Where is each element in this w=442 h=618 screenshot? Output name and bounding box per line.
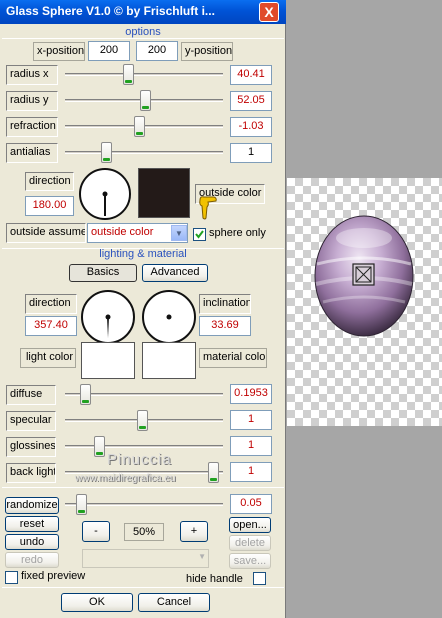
zoom-in-button[interactable]: +: [180, 521, 208, 542]
glossiness-value[interactable]: 1: [230, 436, 272, 456]
outside-assume-label: outside assume: [6, 223, 86, 243]
antialias-label: antialias: [6, 143, 58, 163]
cancel-button[interactable]: Cancel: [138, 593, 210, 612]
radius-y-value[interactable]: 52.05: [230, 91, 272, 111]
checkmark-icon: [195, 230, 204, 239]
direction-dial[interactable]: [79, 168, 131, 220]
glass-sphere-dialog: Glass Sphere V1.0 © by Frischluft i... X…: [0, 0, 286, 618]
dial-needle-icon: [102, 191, 108, 216]
zoom-level: 50%: [124, 523, 164, 541]
lighting-header: lighting & material: [99, 248, 187, 260]
material-color-swatch[interactable]: [142, 342, 196, 379]
watermark-url: www.maidiregrafica.eu: [75, 473, 176, 484]
hide-handle-label: hide handle: [186, 573, 243, 585]
chevron-down-icon: ▼: [198, 552, 206, 561]
x-position-field[interactable]: 200: [88, 41, 130, 61]
close-button[interactable]: X: [259, 2, 279, 22]
watermark-title: Pinuccia: [107, 451, 172, 468]
undo-button[interactable]: undo: [5, 534, 59, 550]
inclination-dial[interactable]: [142, 290, 196, 344]
outside-assume-value: outside color: [91, 226, 154, 238]
outside-color-swatch[interactable]: [138, 168, 190, 218]
light-direction-dial[interactable]: [81, 290, 135, 344]
chevron-down-icon[interactable]: ▼: [171, 225, 187, 241]
glossiness-slider-thumb[interactable]: [94, 436, 105, 457]
glass-sphere-preview: [314, 215, 414, 337]
specular-label: specular: [6, 411, 56, 431]
radius-x-slider-thumb[interactable]: [123, 64, 134, 85]
hide-handle-checkbox[interactable]: [253, 572, 266, 585]
direction-label: direction: [25, 172, 74, 191]
light-direction-label: direction: [25, 294, 77, 314]
reset-button[interactable]: reset: [5, 516, 59, 532]
advanced-tab[interactable]: Advanced: [142, 264, 208, 282]
light-color-swatch[interactable]: [81, 342, 135, 379]
basics-tab[interactable]: Basics: [69, 264, 137, 282]
ok-button[interactable]: OK: [61, 593, 133, 612]
direction-value[interactable]: 180.00: [25, 196, 74, 216]
refraction-slider-thumb[interactable]: [134, 116, 145, 137]
zoom-out-button[interactable]: -: [82, 521, 110, 542]
sphere-only-label: sphere only: [209, 227, 266, 239]
light-direction-value[interactable]: 357.40: [25, 316, 77, 336]
title-bar[interactable]: Glass Sphere V1.0 © by Frischluft i... X: [0, 0, 286, 24]
diffuse-slider-thumb[interactable]: [80, 384, 91, 405]
inclination-value[interactable]: 33.69: [199, 316, 251, 336]
fixed-preview-checkbox[interactable]: [5, 571, 18, 584]
material-color-label: material color: [199, 348, 267, 368]
specular-value[interactable]: 1: [230, 410, 272, 430]
refraction-label: refraction: [6, 117, 58, 137]
light-color-label: light color: [20, 348, 76, 368]
preset-select[interactable]: ▼: [82, 549, 209, 568]
delete-button[interactable]: delete: [229, 535, 271, 551]
radius-x-value[interactable]: 40.41: [230, 65, 272, 85]
y-position-label: y-position: [181, 42, 233, 61]
back-light-slider-thumb[interactable]: [208, 462, 219, 483]
specular-slider-thumb[interactable]: [137, 410, 148, 431]
dial-needle-icon: [105, 314, 111, 338]
radius-y-label: radius y: [6, 91, 58, 111]
randomize-slider-thumb[interactable]: [76, 494, 87, 515]
diffuse-value[interactable]: 0.1953: [230, 384, 272, 404]
randomize-button[interactable]: randomize: [5, 497, 59, 514]
sphere-only-checkbox[interactable]: [193, 228, 206, 241]
antialias-value[interactable]: 1: [230, 143, 272, 163]
fixed-preview-label: fixed preview: [21, 570, 86, 582]
divider: [2, 487, 284, 488]
radius-y-slider-thumb[interactable]: [140, 90, 151, 111]
radius-x-slider-track[interactable]: [65, 73, 223, 76]
window-title: Glass Sphere V1.0 © by Frischluft i...: [6, 4, 215, 18]
y-position-field[interactable]: 200: [136, 41, 178, 61]
options-header: options: [125, 26, 161, 38]
randomize-slider-track[interactable]: [65, 503, 223, 506]
back-light-value[interactable]: 1: [230, 462, 272, 482]
inclination-label: inclination: [199, 294, 251, 314]
glossiness-label: glossiness: [6, 437, 56, 457]
antialias-slider-thumb[interactable]: [101, 142, 112, 163]
dial-needle-icon: [166, 302, 184, 320]
divider: [2, 38, 284, 39]
redo-button[interactable]: redo: [5, 552, 59, 568]
open-button[interactable]: open...: [229, 517, 271, 533]
refraction-value[interactable]: -1.03: [230, 117, 272, 137]
antialias-slider-track[interactable]: [65, 151, 223, 154]
glossiness-slider-track[interactable]: [65, 445, 223, 448]
hand-pointer-icon: [199, 196, 217, 220]
divider: [2, 587, 284, 588]
preview-canvas[interactable]: [287, 178, 442, 426]
randomize-value[interactable]: 0.05: [230, 494, 272, 514]
save-button[interactable]: save...: [229, 553, 271, 569]
radius-x-label: radius x: [6, 65, 58, 85]
x-position-label: x-position: [33, 42, 85, 61]
back-light-label: back light: [6, 463, 56, 483]
outside-assume-select[interactable]: outside color ▼: [87, 223, 188, 243]
diffuse-label: diffuse: [6, 385, 56, 405]
